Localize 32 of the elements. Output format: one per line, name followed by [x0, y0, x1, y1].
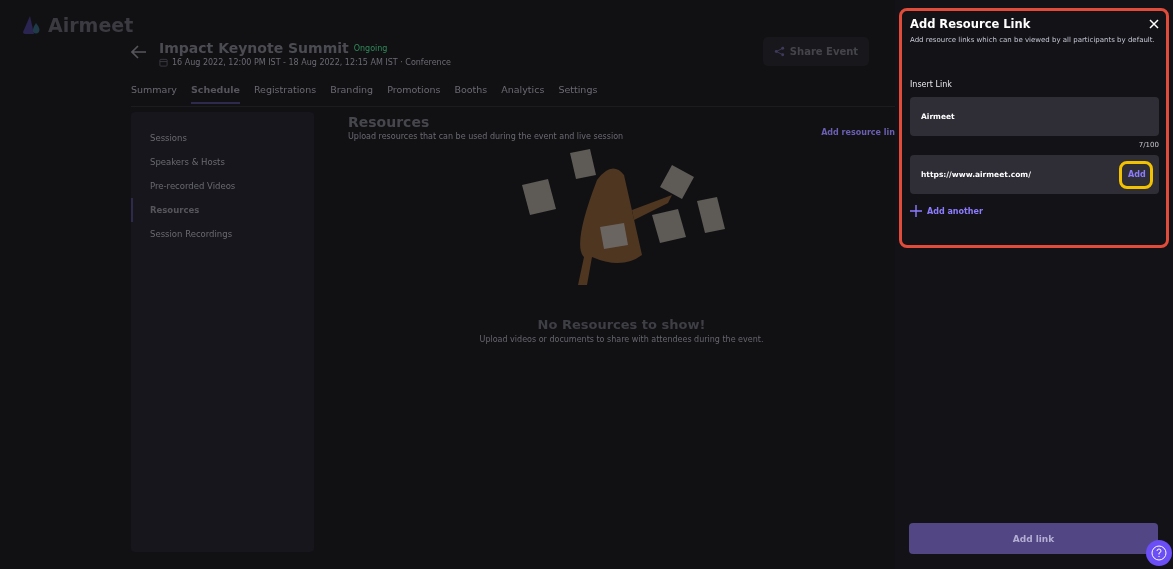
plus-icon: [910, 205, 922, 217]
panel-title: Add Resource Link: [910, 17, 1031, 31]
event-schedule: 16 Aug 2022, 12:00 PM IST - 18 Aug 2022, 12:15 AM IST · Conference: [172, 58, 451, 67]
nav-tab[interactable]: Analytics: [501, 84, 545, 102]
back-arrow-icon[interactable]: [131, 45, 147, 59]
section-subtitle: Upload resources that can be used during the event and live session: [348, 132, 624, 141]
share-icon: [773, 46, 785, 57]
add-another-link[interactable]: Add another: [927, 206, 983, 216]
add-resource-link[interactable]: Add resource lin: [821, 128, 895, 137]
calendar-icon: [159, 58, 168, 67]
section-title: Resources: [348, 114, 431, 130]
nav-tab[interactable]: Promotions: [387, 84, 441, 102]
close-icon[interactable]: [1149, 19, 1159, 29]
nav-tab[interactable]: Schedule: [190, 84, 240, 104]
sidebar-item[interactable]: Resources: [131, 198, 314, 222]
sidebar-item[interactable]: Sessions: [131, 126, 314, 150]
nav-tab[interactable]: Booths: [454, 84, 488, 102]
empty-state-text: Upload videos or documents to share with attendees during the event.: [479, 335, 764, 344]
nav-tab[interactable]: Settings: [558, 84, 598, 102]
add-button[interactable]: Add: [1119, 160, 1153, 189]
sidebar-item[interactable]: Pre-recorded Videos: [131, 174, 314, 198]
field-label: Insert Link: [910, 80, 953, 89]
add-link-button[interactable]: Add link: [909, 523, 1158, 554]
nav-tab[interactable]: Registrations: [253, 84, 317, 102]
sidebar-item[interactable]: Session Recordings: [131, 222, 314, 246]
nav-tab[interactable]: Branding: [330, 84, 374, 102]
event-title: Impact Keynote Summit: [159, 40, 349, 56]
help-icon[interactable]: [1146, 540, 1172, 566]
sidebar-item[interactable]: Speakers & Hosts: [131, 150, 314, 174]
logo-icon: [22, 15, 42, 35]
status-label: Ongoing: [353, 43, 388, 53]
nav-tab[interactable]: Summary: [131, 84, 177, 102]
